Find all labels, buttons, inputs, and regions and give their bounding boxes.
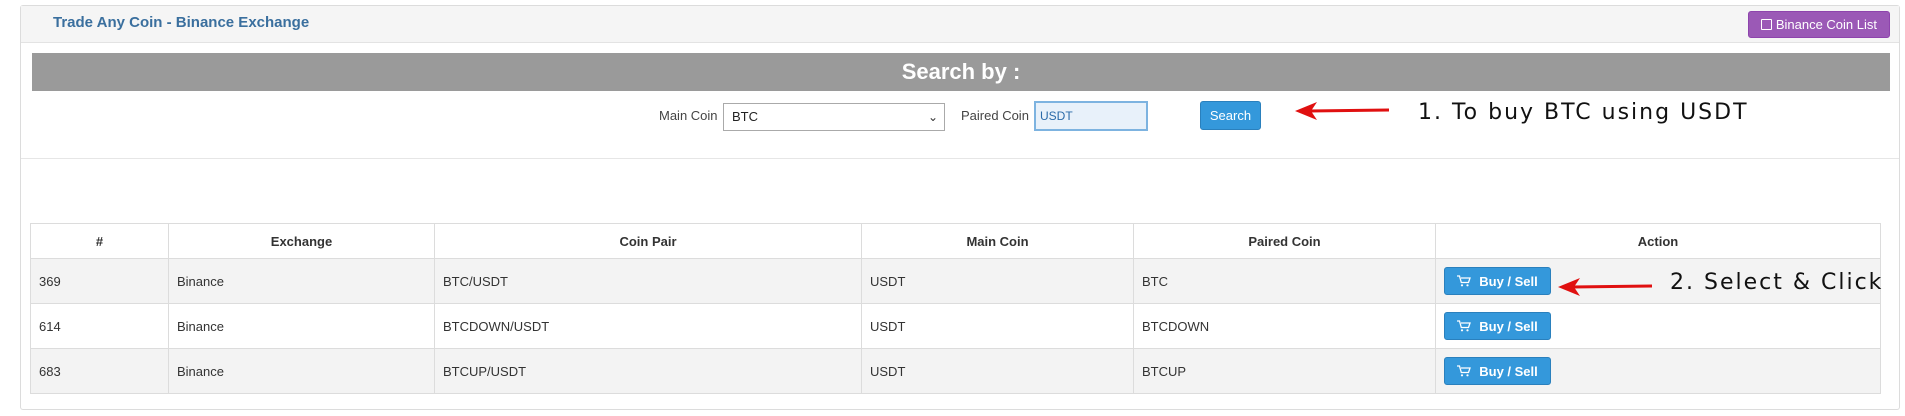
cell-id: 683 bbox=[30, 348, 169, 394]
cart-icon bbox=[1457, 365, 1472, 377]
cell-pair: BTC/USDT bbox=[434, 258, 862, 304]
col-header-action: Action bbox=[1435, 223, 1881, 259]
cell-action: Buy / Sell bbox=[1435, 303, 1881, 349]
search-button[interactable]: Search bbox=[1200, 101, 1261, 130]
page-title: Trade Any Coin - Binance Exchange bbox=[53, 14, 310, 31]
paired-coin-input[interactable] bbox=[1034, 101, 1148, 131]
annotation-step-1: 1. To buy BTC using USDT bbox=[1418, 100, 1749, 125]
cell-id: 369 bbox=[30, 258, 169, 304]
cell-id: 614 bbox=[30, 303, 169, 349]
cell-exchange: Binance bbox=[168, 348, 435, 394]
panel-header: Trade Any Coin - Binance Exchange Binanc… bbox=[21, 6, 1899, 43]
coin-pair-table: # Exchange Coin Pair Main Coin Paired Co… bbox=[30, 223, 1881, 394]
divider bbox=[21, 158, 1899, 159]
main-coin-value: BTC bbox=[732, 109, 758, 124]
cart-icon bbox=[1457, 320, 1472, 332]
buy-sell-label: Buy / Sell bbox=[1479, 273, 1538, 289]
cart-icon bbox=[1457, 275, 1472, 287]
edit-icon bbox=[1760, 19, 1772, 30]
cell-exchange: Binance bbox=[168, 303, 435, 349]
table-row: 683 Binance BTCUP/USDT USDT BTCUP Buy / … bbox=[30, 348, 1881, 394]
cell-paired: BTC bbox=[1133, 258, 1436, 304]
buy-sell-button[interactable]: Buy / Sell bbox=[1444, 267, 1551, 295]
buy-sell-button[interactable]: Buy / Sell bbox=[1444, 312, 1551, 340]
cell-paired: BTCUP bbox=[1133, 348, 1436, 394]
main-coin-label: Main Coin bbox=[659, 108, 718, 123]
cell-exchange: Binance bbox=[168, 258, 435, 304]
binance-coin-list-button[interactable]: Binance Coin List bbox=[1747, 11, 1890, 38]
col-header-exchange: Exchange bbox=[168, 223, 435, 259]
cell-pair: BTCUP/USDT bbox=[434, 348, 862, 394]
col-header-main-coin: Main Coin bbox=[861, 223, 1134, 259]
col-header-number: # bbox=[30, 223, 169, 259]
cell-paired: BTCDOWN bbox=[1133, 303, 1436, 349]
buy-sell-label: Buy / Sell bbox=[1479, 318, 1538, 334]
buy-sell-button[interactable]: Buy / Sell bbox=[1444, 357, 1551, 385]
cell-action: Buy / Sell bbox=[1435, 348, 1881, 394]
main-coin-select[interactable]: BTC ⌄ bbox=[723, 103, 945, 131]
cell-main: USDT bbox=[861, 348, 1134, 394]
search-heading: Search by : bbox=[32, 53, 1890, 91]
cell-main: USDT bbox=[861, 303, 1134, 349]
annotation-arrow-1 bbox=[1295, 102, 1390, 120]
paired-coin-label: Paired Coin bbox=[961, 108, 1029, 123]
col-header-coin-pair: Coin Pair bbox=[434, 223, 862, 259]
chevron-down-icon: ⌄ bbox=[927, 110, 938, 124]
cell-pair: BTCDOWN/USDT bbox=[434, 303, 862, 349]
annotation-step-2: 2. Select & Click bbox=[1670, 270, 1884, 295]
annotation-arrow-2 bbox=[1558, 278, 1653, 296]
table-row: 614 Binance BTCDOWN/USDT USDT BTCDOWN Bu… bbox=[30, 303, 1881, 349]
table-header-row: # Exchange Coin Pair Main Coin Paired Co… bbox=[30, 223, 1881, 259]
coin-list-label: Binance Coin List bbox=[1775, 17, 1877, 32]
buy-sell-label: Buy / Sell bbox=[1479, 363, 1538, 379]
cell-main: USDT bbox=[861, 258, 1134, 304]
col-header-paired-coin: Paired Coin bbox=[1133, 223, 1436, 259]
